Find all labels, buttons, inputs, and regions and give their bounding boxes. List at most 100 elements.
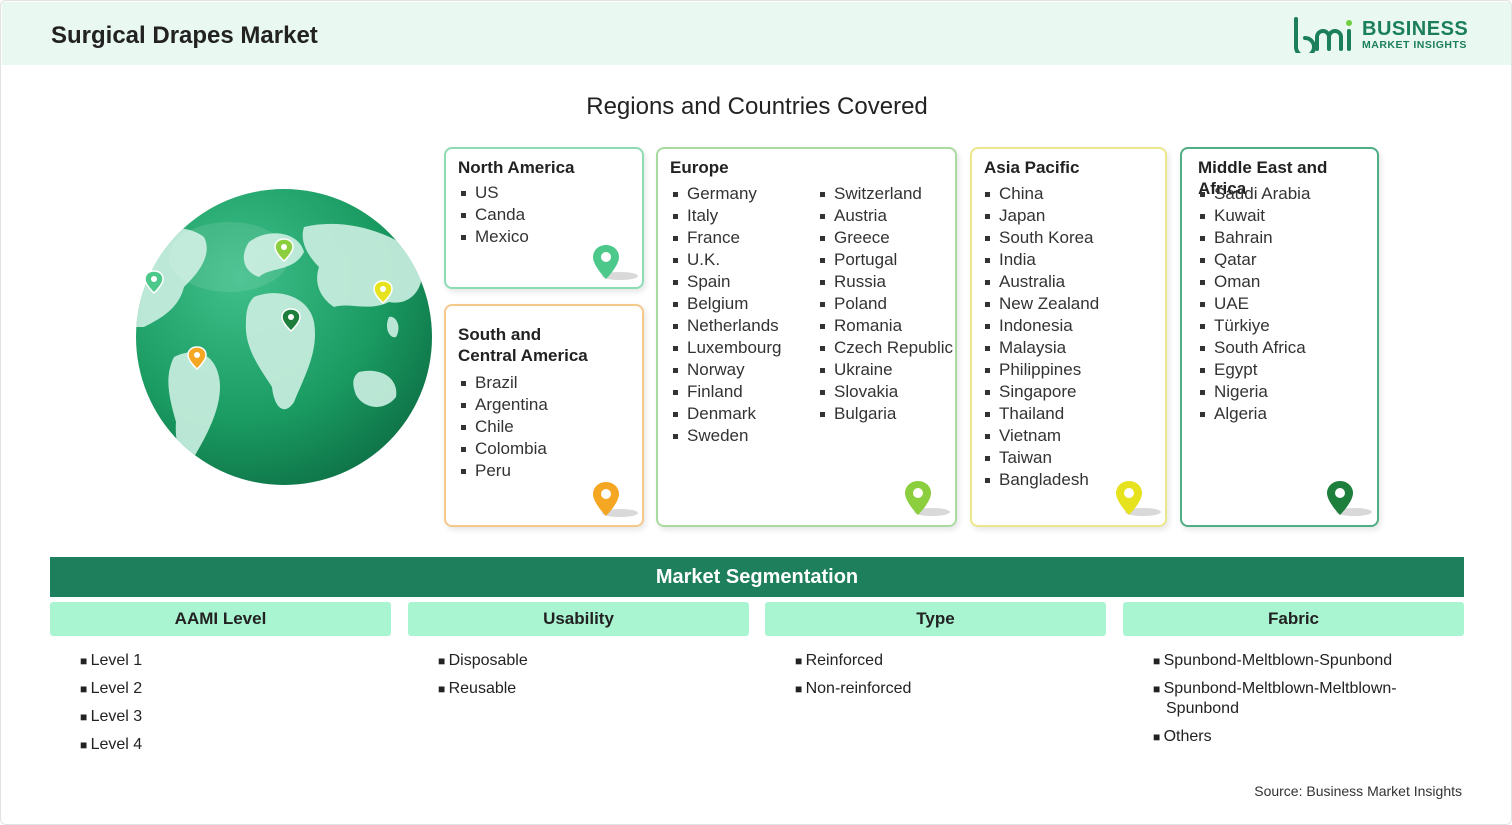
- list-item: U.K.: [671, 249, 782, 271]
- page-title: Surgical Drapes Market: [51, 22, 318, 49]
- list-item: Luxembourg: [671, 337, 782, 359]
- country-list-col2: Switzerland Austria Greece Portugal Russ…: [818, 183, 953, 425]
- region-title-line: South and: [458, 325, 542, 344]
- list-item: Argentina: [459, 394, 548, 416]
- list-item: Finland: [671, 381, 782, 403]
- list-item: Peru: [459, 460, 548, 482]
- list-item: Japan: [983, 205, 1099, 227]
- country-list: Saudi Arabia Kuwait Bahrain Qatar Oman U…: [1198, 183, 1310, 425]
- list-item: Greece: [818, 227, 953, 249]
- list-item: Thailand: [983, 403, 1099, 425]
- region-card-south-central-america: South and Central America Brazil Argenti…: [444, 304, 644, 527]
- list-item: Romania: [818, 315, 953, 337]
- region-card-middle-east-africa: Middle East and Africa Saudi Arabia Kuwa…: [1180, 147, 1379, 527]
- map-pin-icon: [593, 245, 638, 280]
- region-card-asia-pacific: Asia Pacific China Japan South Korea Ind…: [970, 147, 1167, 527]
- region-title: Asia Pacific: [984, 158, 1080, 177]
- segment-list-fabric: Spunbond-Meltblown-Spunbond Spunbond-Mel…: [1153, 651, 1453, 755]
- list-item: Chile: [459, 416, 548, 438]
- list-item: Belgium: [671, 293, 782, 315]
- segment-list-aami-level: Level 1 Level 2 Level 3 Level 4: [80, 651, 380, 763]
- country-list: US Canda Mexico: [459, 182, 529, 248]
- logo-word: BUSINESS: [1362, 18, 1469, 40]
- list-item: Brazil: [459, 372, 548, 394]
- map-pin-icon: [1327, 481, 1372, 516]
- list-item: Spunbond-Meltblown-Spunbond: [1153, 651, 1453, 671]
- list-item: Czech Republic: [818, 337, 953, 359]
- list-item: South Korea: [983, 227, 1099, 249]
- list-item: US: [459, 182, 529, 204]
- list-item: Indonesia: [983, 315, 1099, 337]
- list-item: Bahrain: [1198, 227, 1310, 249]
- region-title: Europe: [670, 158, 729, 177]
- list-item: Bangladesh: [983, 469, 1099, 491]
- segment-list-usability: Disposable Reusable: [438, 651, 738, 707]
- map-pin-icon: [1116, 481, 1161, 516]
- section-title: Regions and Countries Covered: [586, 93, 928, 120]
- segment-header-fabric: Fabric: [1123, 602, 1464, 636]
- list-item: Philippines: [983, 359, 1099, 381]
- segment-header-usability: Usability: [408, 602, 749, 636]
- list-item: Bulgaria: [818, 403, 953, 425]
- country-list: China Japan South Korea India Australia …: [983, 183, 1099, 491]
- list-item: Taiwan: [983, 447, 1099, 469]
- segment-header-type: Type: [765, 602, 1106, 636]
- list-item: Poland: [818, 293, 953, 315]
- list-item: France: [671, 227, 782, 249]
- region-card-north-america: North America US Canda Mexico: [444, 147, 644, 289]
- globe-illustration: [136, 189, 432, 485]
- list-item: Malaysia: [983, 337, 1099, 359]
- list-item: Germany: [671, 183, 782, 205]
- region-card-europe: Europe Germany Italy France U.K. Spain B…: [656, 147, 957, 527]
- list-item: Qatar: [1198, 249, 1310, 271]
- list-item: Saudi Arabia: [1198, 183, 1310, 205]
- list-item: South Africa: [1198, 337, 1310, 359]
- list-item: Spunbond-Meltblown-Meltblown-Spunbond: [1153, 679, 1453, 719]
- list-item: Mexico: [459, 226, 529, 248]
- list-item: Algeria: [1198, 403, 1310, 425]
- list-item: India: [983, 249, 1099, 271]
- segment-list-type: Reinforced Non-reinforced: [795, 651, 1095, 707]
- country-list-col1: Germany Italy France U.K. Spain Belgium …: [671, 183, 782, 447]
- list-item: Switzerland: [818, 183, 953, 205]
- list-item: Level 2: [80, 679, 380, 699]
- list-item: Austria: [818, 205, 953, 227]
- list-item: Level 4: [80, 735, 380, 755]
- region-title: South and Central America: [458, 324, 588, 366]
- list-item: Kuwait: [1198, 205, 1310, 227]
- list-item: Singapore: [983, 381, 1099, 403]
- list-item: Oman: [1198, 271, 1310, 293]
- region-title-line: Central America: [458, 346, 588, 365]
- region-title: North America: [458, 158, 575, 177]
- list-item: Denmark: [671, 403, 782, 425]
- list-item: Others: [1153, 727, 1453, 747]
- list-item: Türkiye: [1198, 315, 1310, 337]
- list-item: Norway: [671, 359, 782, 381]
- list-item: Non-reinforced: [795, 679, 1095, 699]
- list-item: Australia: [983, 271, 1099, 293]
- brand-logo[interactable]: BUSINESS MARKET INSIGHTS: [1292, 17, 1472, 53]
- map-pin-icon: [905, 481, 950, 516]
- list-item: Colombia: [459, 438, 548, 460]
- list-item: Sweden: [671, 425, 782, 447]
- list-item: Egypt: [1198, 359, 1310, 381]
- list-item: Nigeria: [1198, 381, 1310, 403]
- source-note: Source: Business Market Insights: [1254, 783, 1462, 799]
- list-item: China: [983, 183, 1099, 205]
- country-list: Brazil Argentina Chile Colombia Peru: [459, 372, 548, 482]
- list-item: Portugal: [818, 249, 953, 271]
- list-item: Russia: [818, 271, 953, 293]
- segment-header-aami-level: AAMI Level: [50, 602, 391, 636]
- logo-subtitle: MARKET INSIGHTS: [1362, 39, 1467, 51]
- list-item: Level 3: [80, 707, 380, 727]
- list-item: UAE: [1198, 293, 1310, 315]
- list-item: Reinforced: [795, 651, 1095, 671]
- map-pin-icon: [593, 482, 638, 517]
- list-item: Slovakia: [818, 381, 953, 403]
- list-item: Netherlands: [671, 315, 782, 337]
- segmentation-title-bar: Market Segmentation: [50, 557, 1464, 597]
- list-item: Level 1: [80, 651, 380, 671]
- list-item: New Zealand: [983, 293, 1099, 315]
- list-item: Ukraine: [818, 359, 953, 381]
- list-item: Canda: [459, 204, 529, 226]
